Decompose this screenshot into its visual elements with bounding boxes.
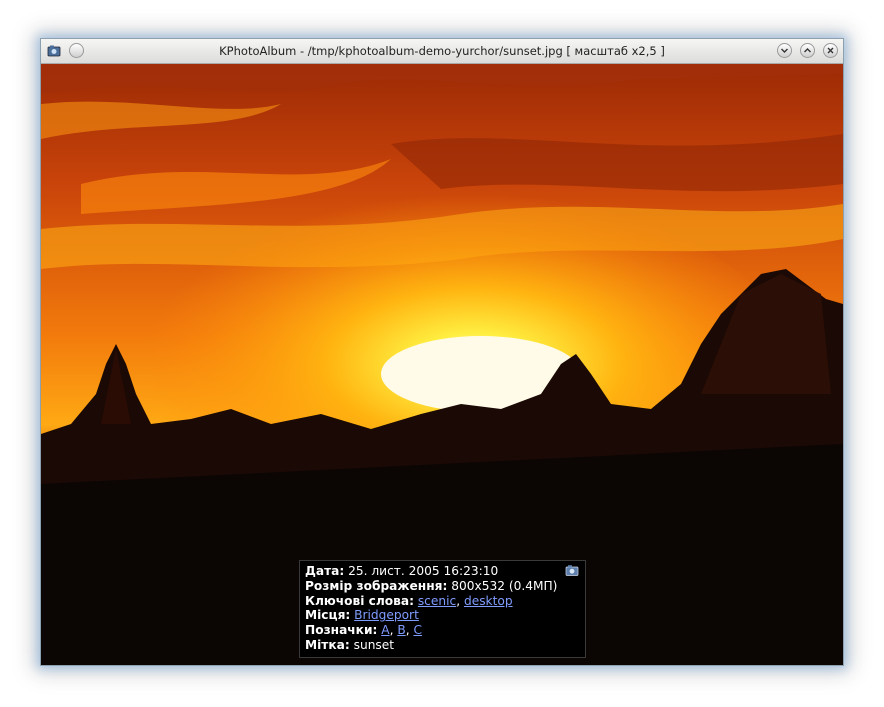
keywords-label: Ключові слова: bbox=[305, 593, 414, 608]
window-title: KPhotoAlbum - /tmp/kphotoalbum-demo-yurc… bbox=[219, 44, 665, 58]
title-bar[interactable]: KPhotoAlbum - /tmp/kphotoalbum-demo-yurc… bbox=[41, 39, 843, 64]
tag-link[interactable]: B bbox=[397, 623, 405, 637]
kphotoalbum-window: KPhotoAlbum - /tmp/kphotoalbum-demo-yurc… bbox=[40, 38, 844, 666]
date-value: 25. лист. 2005 16:23:10 bbox=[348, 564, 499, 578]
info-date-row: Дата: 25. лист. 2005 16:23:10 bbox=[305, 564, 580, 579]
image-info-box: Дата: 25. лист. 2005 16:23:10 Розмір зоб… bbox=[299, 560, 586, 658]
size-value: 800x532 (0.4МП) bbox=[451, 578, 558, 593]
place-link[interactable]: Bridgeport bbox=[354, 608, 419, 622]
info-keywords-row: Ключові слова: scenic, desktop bbox=[305, 593, 513, 608]
keyword-link[interactable]: scenic bbox=[418, 594, 456, 608]
label-label: Мітка: bbox=[305, 637, 350, 652]
info-tags-row: Позначки: A, B, C bbox=[305, 623, 422, 638]
size-label: Розмір зображення: bbox=[305, 578, 448, 593]
close-button[interactable] bbox=[823, 43, 838, 58]
date-label: Дата: bbox=[305, 564, 345, 578]
close-icon bbox=[827, 47, 834, 54]
tags-label: Позначки: bbox=[305, 623, 378, 638]
photo-view[interactable]: Дата: 25. лист. 2005 16:23:10 Розмір зоб… bbox=[41, 64, 843, 665]
maximize-button[interactable] bbox=[800, 43, 815, 58]
chevron-down-icon bbox=[781, 48, 788, 53]
info-size-row: Розмір зображення: 800x532 (0.4МП) bbox=[305, 579, 580, 594]
camera-icon[interactable] bbox=[565, 564, 579, 577]
tag-link[interactable]: A bbox=[381, 623, 389, 637]
keyword-link[interactable]: desktop bbox=[464, 594, 513, 608]
places-label: Місця: bbox=[305, 608, 351, 623]
info-places-row: Місця: Bridgeport bbox=[305, 608, 580, 623]
minimize-button[interactable] bbox=[777, 43, 792, 58]
tag-link[interactable]: C bbox=[413, 623, 422, 637]
info-label-row: Мітка: sunset bbox=[305, 638, 580, 653]
label-value: sunset bbox=[353, 637, 395, 652]
chevron-up-icon bbox=[804, 48, 811, 53]
